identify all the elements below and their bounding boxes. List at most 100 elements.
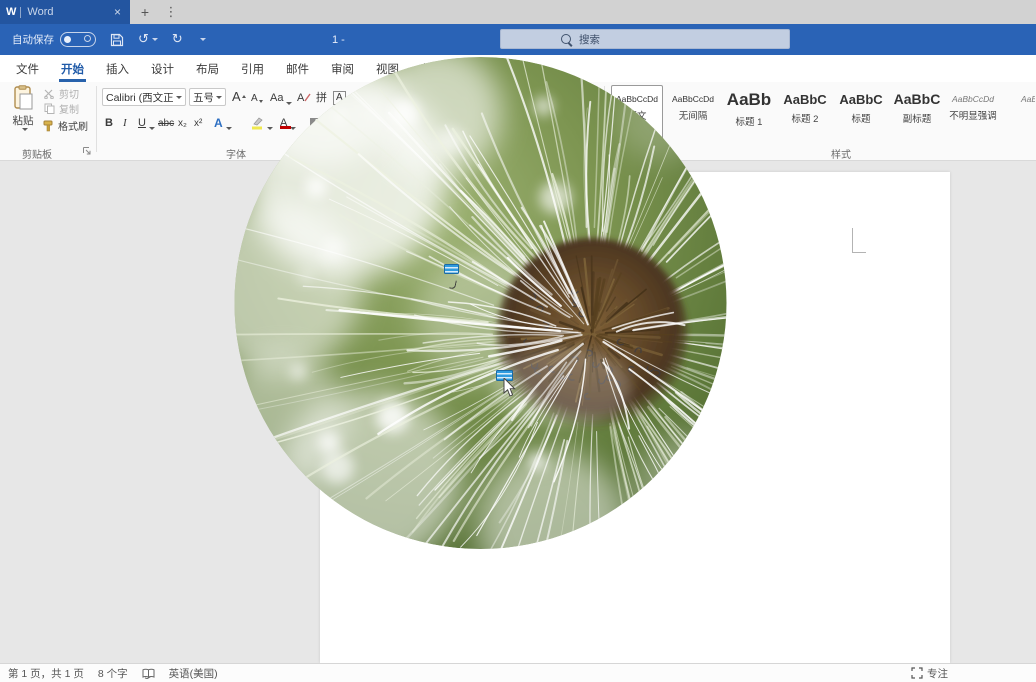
proofing-book-icon <box>142 668 155 679</box>
new-tab-icon[interactable]: + <box>136 2 154 22</box>
cut-button[interactable]: 剪切 <box>44 86 79 101</box>
word-tab[interactable]: W Word × <box>0 0 130 24</box>
language-indicator[interactable]: 英语(美国) <box>169 666 218 681</box>
subscript-button[interactable]: x₂ <box>176 112 189 130</box>
search-placeholder: 搜索 <box>579 32 600 47</box>
underline-chevron-icon <box>149 127 155 130</box>
word-app-icon: W <box>6 7 16 18</box>
style-subtle-emphasis[interactable]: AaBbCcDd 不明显强调 <box>947 85 999 139</box>
font-size-value: 五号 <box>193 90 213 105</box>
ribbon-tab-insert[interactable]: 插入 <box>95 55 140 82</box>
proofing-button[interactable] <box>142 668 155 679</box>
bold-button[interactable]: B <box>103 112 115 130</box>
clear-formatting-label: A <box>297 92 304 105</box>
undo-icon: ↺ <box>138 32 149 47</box>
text-effects-button[interactable]: A <box>212 112 234 130</box>
focus-mode-button[interactable]: 专注 <box>911 666 948 681</box>
superscript-label: x² <box>194 118 202 130</box>
decrease-font-button[interactable]: A <box>249 87 265 105</box>
eraser-icon <box>304 93 311 102</box>
style-emphasis-partial[interactable]: AaB <box>1003 85 1035 139</box>
style-subtitle[interactable]: AaBbC 副标题 <box>891 85 943 139</box>
change-case-button[interactable]: Aa <box>268 87 294 105</box>
redo-button[interactable]: ↻ <box>172 32 183 47</box>
search-input[interactable]: 搜索 <box>500 29 790 49</box>
style-no-spacing[interactable]: AaBbCcDd 无间隔 <box>667 85 719 139</box>
change-case-label: Aa <box>270 92 283 105</box>
highlight-button[interactable] <box>248 112 275 130</box>
ribbon-tab-mailings[interactable]: 邮件 <box>275 55 320 82</box>
clipboard-group-label: 剪贴板 <box>22 146 52 161</box>
copy-icon <box>44 103 55 114</box>
change-case-chevron-icon <box>286 102 292 105</box>
toggle-knob-icon <box>64 36 71 43</box>
copy-button[interactable]: 复制 <box>44 101 79 116</box>
style-heading-2[interactable]: AaBbC 标题 2 <box>779 85 831 139</box>
ribbon-tab-file[interactable]: 文件 <box>5 55 50 82</box>
autosave-label: 自动保存 <box>12 32 54 47</box>
superscript-button[interactable]: x² <box>192 112 204 130</box>
clipboard-dialog-launcher-icon[interactable] <box>82 146 92 156</box>
document-title: 1 - <box>332 24 345 55</box>
clear-formatting-button[interactable]: A <box>295 87 313 105</box>
paste-label: 粘贴 <box>13 113 34 128</box>
style-title[interactable]: AaBbC 标题 <box>835 85 887 139</box>
ribbon-tab-references[interactable]: 引用 <box>230 55 275 82</box>
word-count[interactable]: 8 个字 <box>98 666 128 681</box>
decrease-font-label: A <box>251 93 258 105</box>
style-name: 无间隔 <box>679 108 708 122</box>
style-sample: AaBbC <box>783 92 826 107</box>
ribbon-tab-layout[interactable]: 布局 <box>185 55 230 82</box>
margin-corner-mark <box>852 228 866 253</box>
style-name: 标题 1 <box>736 114 763 128</box>
italic-button[interactable]: I <box>121 112 129 130</box>
autosave-toggle[interactable] <box>60 32 96 47</box>
text-effects-label: A <box>214 116 223 130</box>
style-heading-1[interactable]: AaBb 标题 1 <box>723 85 775 139</box>
ribbon-tab-review[interactable]: 审阅 <box>320 55 365 82</box>
decrease-caret-icon <box>259 100 263 103</box>
save-button[interactable] <box>110 33 124 47</box>
phonetic-guide-button[interactable]: 拼 <box>314 87 329 105</box>
mouse-cursor <box>503 378 517 398</box>
style-name: 不明显强调 <box>949 108 997 122</box>
font-name-select[interactable]: Calibri (西文正文 <box>102 88 186 106</box>
status-bar: 第 1 页，共 1 页 8 个字 英语(美国) 专注 <box>0 663 1036 682</box>
paste-icon <box>12 85 34 111</box>
quick-access-menu[interactable] <box>197 38 206 41</box>
ribbon-tab-home[interactable]: 开始 <box>50 55 95 82</box>
style-sample: AaB <box>1021 94 1035 104</box>
font-size-chevron-icon <box>216 96 222 99</box>
style-sample: AaBbC <box>839 92 882 107</box>
format-painter-icon <box>42 120 55 132</box>
font-group-label: 字体 <box>226 146 246 161</box>
font-color-button[interactable]: A <box>278 112 298 130</box>
paste-chevron-icon <box>22 128 28 131</box>
undo-button[interactable]: ↺ <box>138 32 158 47</box>
cut-icon <box>44 89 55 99</box>
title-bar: 自动保存 ↺ ↻ 1 - 搜索 <box>0 24 1036 55</box>
paste-button[interactable]: 粘贴 <box>6 85 40 131</box>
page-indicator[interactable]: 第 1 页，共 1 页 <box>8 666 84 681</box>
tab-title: Word <box>27 6 111 18</box>
image-marker-badge[interactable] <box>444 264 459 274</box>
font-name-chevron-icon <box>176 96 182 99</box>
dandelion-image[interactable] <box>232 57 729 549</box>
styles-gallery: AaBbCcDd 正文 AaBbCcDd 无间隔 AaBb 标题 1 AaBbC… <box>611 85 1035 141</box>
font-size-select[interactable]: 五号 <box>189 88 226 106</box>
font-name-value: Calibri (西文正文 <box>106 90 173 105</box>
strikethrough-label: abc <box>158 118 174 130</box>
strikethrough-button[interactable]: abc <box>156 112 176 130</box>
underline-button[interactable]: U <box>136 112 157 130</box>
increase-font-button[interactable]: A <box>230 87 248 105</box>
highlight-chevron-icon <box>267 127 273 130</box>
format-painter-button[interactable]: 格式刷 <box>42 118 88 133</box>
search-icon <box>561 34 571 44</box>
ribbon-tab-design[interactable]: 设计 <box>140 55 185 82</box>
tab-close-icon[interactable]: × <box>111 4 124 20</box>
save-icon <box>110 33 124 47</box>
style-name: 副标题 <box>903 111 932 125</box>
text-effects-chevron-icon <box>226 127 232 130</box>
copy-label: 复制 <box>59 101 79 116</box>
tab-menu-icon[interactable]: ⋮ <box>164 2 178 22</box>
